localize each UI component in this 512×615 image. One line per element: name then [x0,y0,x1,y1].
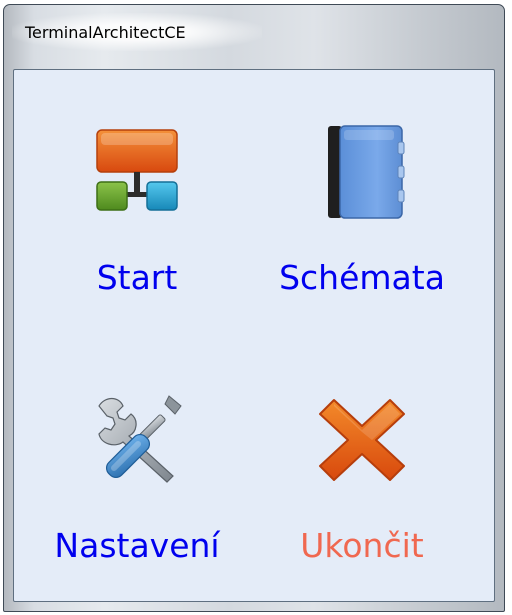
schemata-button[interactable]: Schémata [257,80,467,300]
close-icon [319,399,405,481]
nastaveni-label: Nastavení [54,526,220,565]
notebook-icon [328,125,405,219]
schemata-label: Schémata [279,258,445,297]
diagram-icon [96,129,178,211]
ukoncit-button[interactable]: Ukončit [257,348,467,568]
title-bar[interactable]: TerminalArchitectCE [4,5,504,71]
ukoncit-label: Ukončit [300,526,424,565]
nastaveni-button[interactable]: Nastavení [32,348,242,568]
tools-icon [98,395,182,483]
window-title: TerminalArchitectCE [25,23,186,42]
start-button[interactable]: Start [32,80,242,300]
app-window: TerminalArchitectCE Start Schémata Nasta… [3,4,505,612]
start-label: Start [96,258,178,297]
main-menu-panel: Start Schémata Nastavení Ukončit [13,69,495,602]
